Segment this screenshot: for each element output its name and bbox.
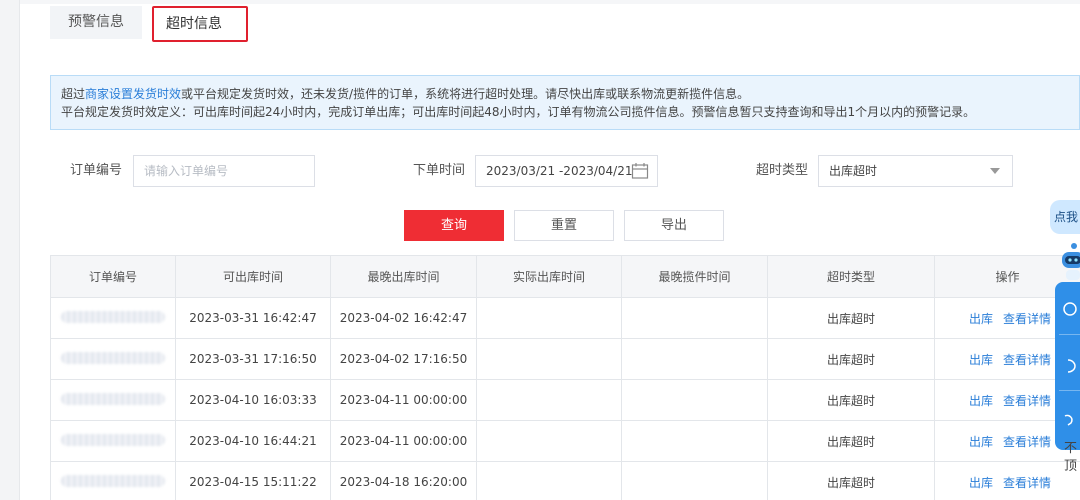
latest-pickup-time-cell <box>621 379 768 421</box>
latest-out-time-cell: 2023-04-18 16:20:00 <box>330 461 477 500</box>
order-no-cell <box>50 379 176 421</box>
latest-out-time-cell: 2023-04-11 00:00:00 <box>330 420 477 462</box>
notice-line-1-rest: 或平台规定发货时效，还未发货/揽件的订单，系统将进行超时处理。请尽快出库或联系物… <box>181 87 750 101</box>
notice-banner: 超过商家设置发货时效或平台规定发货时效，还未发货/揽件的订单，系统将进行超时处理… <box>50 75 1080 130</box>
col-latest-pickup-time: 最晚揽件时间 <box>621 255 768 298</box>
redacted-order-no <box>61 392 165 405</box>
order-time-range-picker[interactable]: 2023/03/21 -2023/04/21 <box>475 155 658 187</box>
latest-out-time-cell: 2023-04-02 16:42:47 <box>330 297 477 339</box>
ship-out-link[interactable]: 出库 <box>969 353 993 367</box>
redacted-order-no <box>61 474 165 487</box>
latest-pickup-time-cell <box>621 420 768 462</box>
tab-timeout-info[interactable]: 超时信息 <box>152 6 248 42</box>
timeout-type-label: 超时类型 <box>756 163 809 178</box>
help-bubble[interactable]: 点我 <box>1050 200 1080 234</box>
order-time-label: 下单时间 <box>413 163 466 178</box>
latest-out-time-cell: 2023-04-02 17:16:50 <box>330 338 477 380</box>
actual-out-time-cell <box>476 297 622 339</box>
ship-out-link[interactable]: 出库 <box>969 476 993 490</box>
panel-divider <box>1059 334 1080 335</box>
merchant-shipping-setting-link[interactable]: 商家设置发货时效 <box>85 87 181 101</box>
timeout-type-cell: 出库超时 <box>767 379 935 421</box>
tab-bar: 预警信息 超时信息 <box>50 6 252 42</box>
table-row: 2023-04-10 16:03:33 2023-04-11 00:00:00 … <box>50 379 1080 421</box>
view-details-link[interactable]: 查看详情 <box>1003 476 1051 490</box>
latest-pickup-time-cell <box>621 297 768 339</box>
query-button[interactable]: 查询 <box>404 210 504 241</box>
order-no-cell <box>50 420 176 462</box>
phone-icon[interactable] <box>1059 357 1077 375</box>
actual-out-time-cell <box>476 461 622 500</box>
ship-out-link[interactable]: 出库 <box>969 394 993 408</box>
actual-out-time-cell <box>476 338 622 380</box>
top-divider <box>20 0 1080 4</box>
order-no-cell <box>50 461 176 500</box>
timeout-table: 订单编号 可出库时间 最晚出库时间 实际出库时间 最晚揽件时间 超时类型 操作 … <box>50 255 1080 500</box>
order-no-cell <box>50 338 176 380</box>
redacted-order-no <box>61 310 165 323</box>
table-row: 2023-04-10 16:44:21 2023-04-11 00:00:00 … <box>50 420 1080 462</box>
tab-warning-info[interactable]: 预警信息 <box>50 6 142 39</box>
ship-out-link[interactable]: 出库 <box>969 435 993 449</box>
feedback-icon[interactable] <box>1059 410 1077 428</box>
col-timeout-type: 超时类型 <box>767 255 935 298</box>
timeout-type-select[interactable]: 出库超时 <box>818 155 1013 187</box>
col-actual-out-time: 实际出库时间 <box>476 255 622 298</box>
order-no-cell <box>50 297 176 339</box>
calendar-icon[interactable] <box>631 162 649 180</box>
chevron-down-icon <box>990 168 1000 174</box>
latest-pickup-time-cell <box>621 461 768 500</box>
timeout-type-cell: 出库超时 <box>767 420 935 462</box>
left-edge-strip <box>0 0 20 500</box>
ship-out-link[interactable]: 出库 <box>969 312 993 326</box>
timeout-type-value: 出库超时 <box>829 164 878 178</box>
view-details-link[interactable]: 查看详情 <box>1003 353 1051 367</box>
customer-service-panel <box>1055 282 1080 450</box>
latest-pickup-time-cell <box>621 338 768 380</box>
order-no-label: 订单编号 <box>70 163 123 178</box>
redacted-order-no <box>61 433 165 446</box>
order-no-input[interactable]: 请输入订单编号 <box>133 155 315 187</box>
view-details-link[interactable]: 查看详情 <box>1003 435 1051 449</box>
reset-button[interactable]: 重置 <box>514 210 614 241</box>
available-time-cell: 2023-04-10 16:44:21 <box>175 420 331 462</box>
notice-line-2: 平台规定发货时效定义：可出库时间起24小时内，完成订单出库；可出库时间起48小时… <box>61 105 976 119</box>
table-row: 2023-03-31 17:16:50 2023-04-02 17:16:50 … <box>50 338 1080 380</box>
latest-out-time-cell: 2023-04-11 00:00:00 <box>330 379 477 421</box>
export-button[interactable]: 导出 <box>624 210 724 241</box>
timeout-type-cell: 出库超时 <box>767 461 935 500</box>
notice-line-1: 超过商家设置发货时效或平台规定发货时效，还未发货/揽件的订单，系统将进行超时处理… <box>61 85 1069 103</box>
actions-cell: 出库 查看详情 <box>934 461 1080 500</box>
side-hint-text: 不顶 <box>1064 441 1078 474</box>
order-time-value: 2023/03/21 -2023/04/21 <box>486 164 633 178</box>
actual-out-time-cell <box>476 379 622 421</box>
actual-out-time-cell <box>476 420 622 462</box>
redacted-order-no <box>61 351 165 364</box>
table-row: 2023-04-15 15:11:22 2023-04-18 16:20:00 … <box>50 461 1080 500</box>
robot-assistant-icon[interactable] <box>1060 240 1080 282</box>
timeout-type-cell: 出库超时 <box>767 297 935 339</box>
notice-prefix: 超过 <box>61 87 86 101</box>
view-details-link[interactable]: 查看详情 <box>1003 312 1051 326</box>
chat-icon[interactable] <box>1059 300 1077 318</box>
table-header-row: 订单编号 可出库时间 最晚出库时间 实际出库时间 最晚揽件时间 超时类型 操作 <box>50 255 1080 298</box>
available-time-cell: 2023-03-31 17:16:50 <box>175 338 331 380</box>
col-latest-out-time: 最晚出库时间 <box>330 255 477 298</box>
panel-divider <box>1059 390 1080 391</box>
view-details-link[interactable]: 查看详情 <box>1003 394 1051 408</box>
table-row: 2023-03-31 16:42:47 2023-04-02 16:42:47 … <box>50 297 1080 339</box>
available-time-cell: 2023-04-15 15:11:22 <box>175 461 331 500</box>
available-time-cell: 2023-03-31 16:42:47 <box>175 297 331 339</box>
timeout-type-cell: 出库超时 <box>767 338 935 380</box>
available-time-cell: 2023-04-10 16:03:33 <box>175 379 331 421</box>
col-order-no: 订单编号 <box>50 255 176 298</box>
col-available-time: 可出库时间 <box>175 255 331 298</box>
